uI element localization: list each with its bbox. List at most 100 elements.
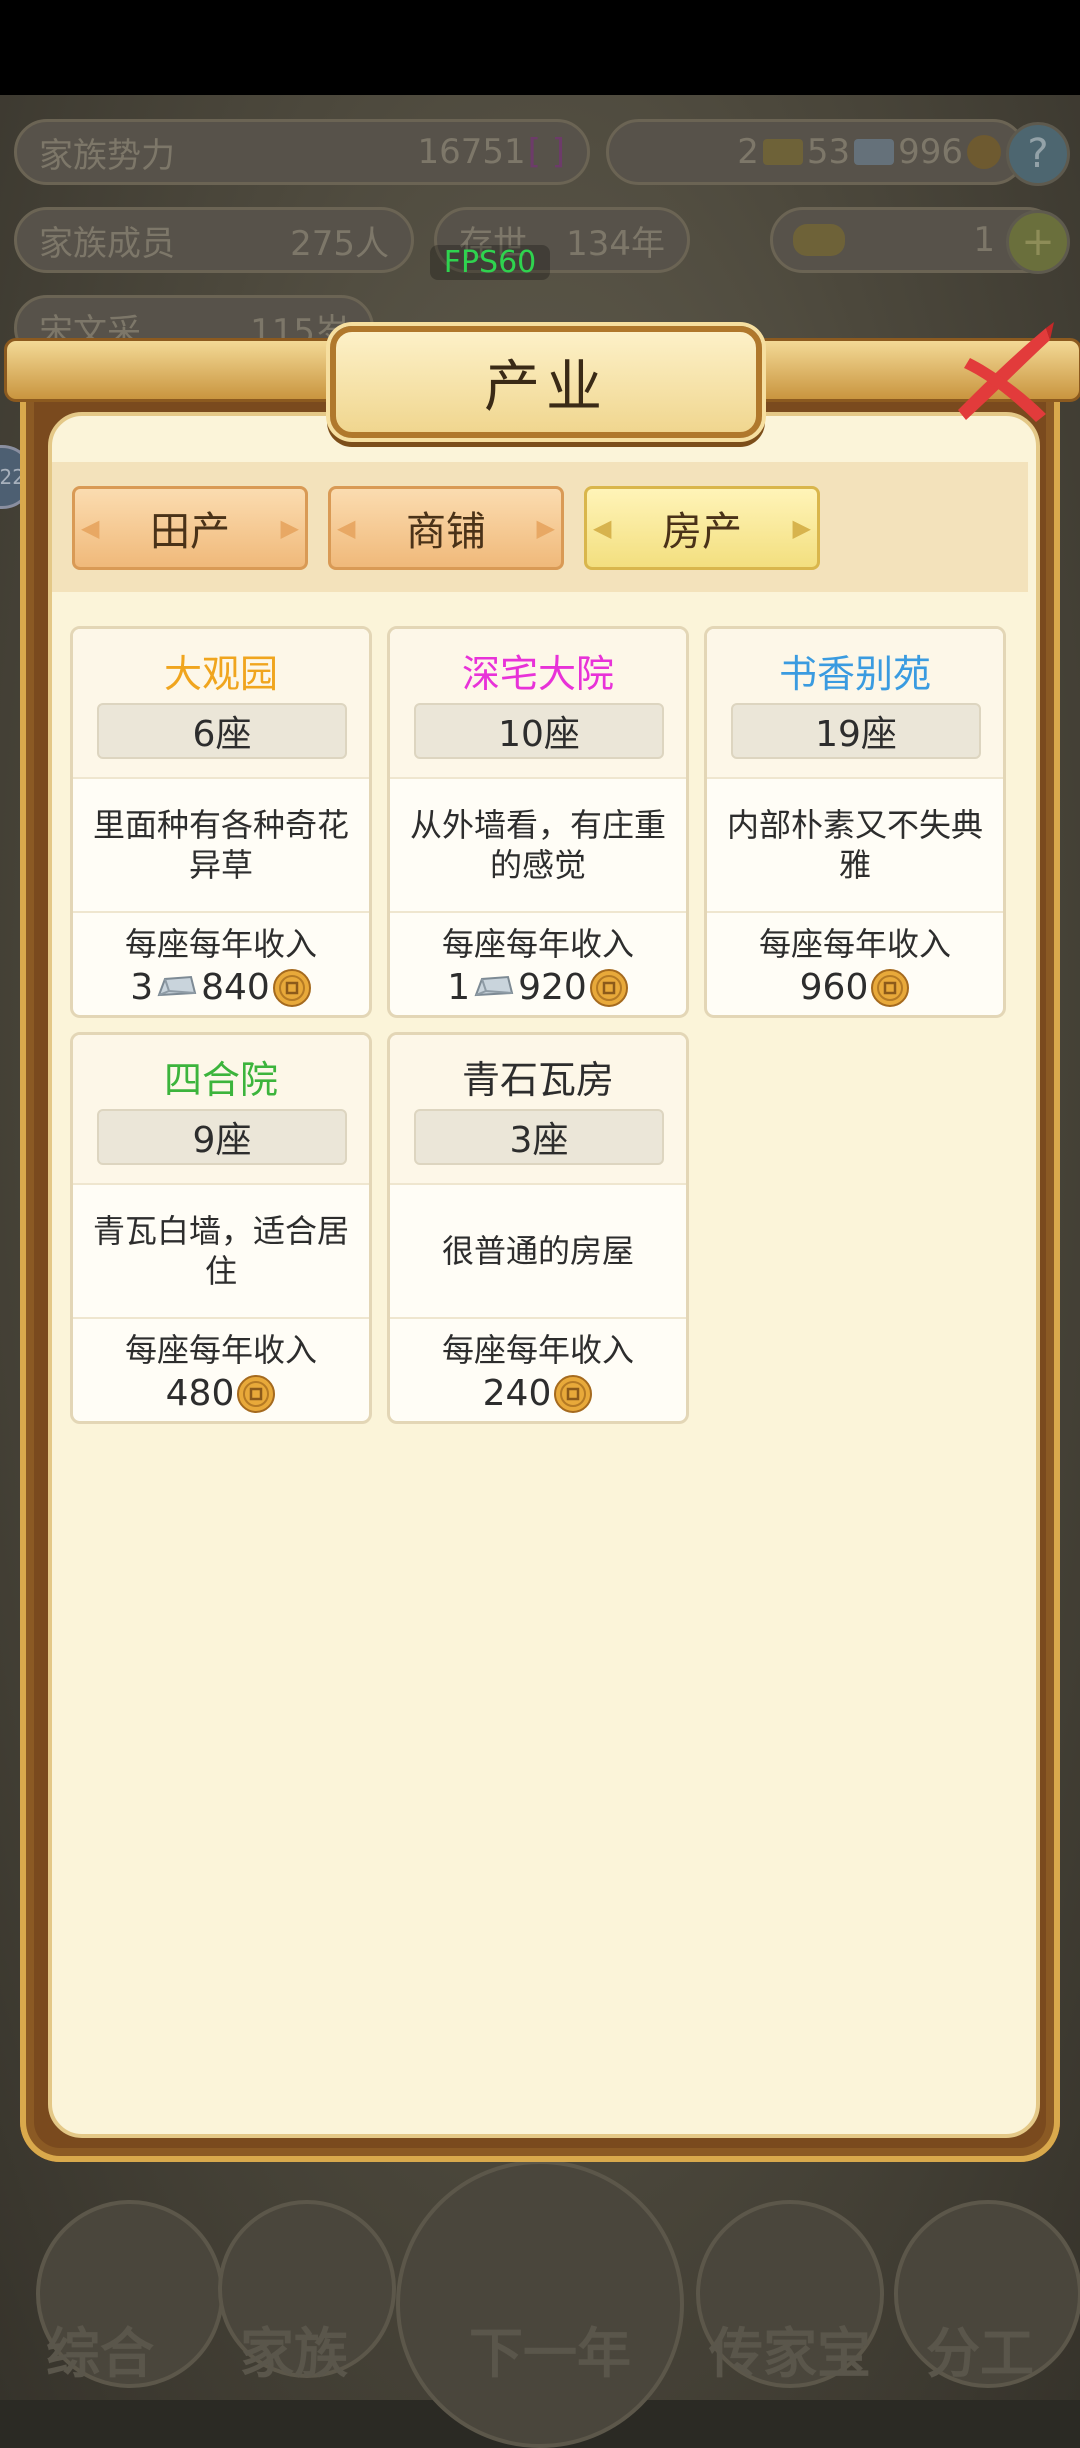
property-description-text: 很普通的房屋 [441, 1232, 634, 1270]
property-card[interactable]: 深宅大院 10座 从外墙看，有庄重的感觉 每座每年收入 1 920 [387, 626, 689, 1018]
property-count: 3座 [414, 1109, 664, 1165]
currency-pill: 2 53 996 [606, 119, 1026, 185]
income-section: 每座每年收入 480 [73, 1319, 369, 1414]
tab-shops-label: 商铺 [406, 509, 486, 555]
property-description-text: 青瓦白墙，适合居住 [92, 1212, 349, 1290]
card-header: 青石瓦房 3座 [390, 1035, 686, 1183]
income-row: 960 [707, 967, 1003, 1008]
card-header: 大观园 6座 [73, 629, 369, 777]
nav-circle-3 [396, 2160, 684, 2448]
family-power-value: 16751 [417, 132, 526, 172]
family-power-label: 家族势力 [39, 135, 175, 176]
family-members-value: 275人 [290, 223, 389, 264]
property-count: 19座 [731, 703, 981, 759]
family-power-pill: 家族势力 16751 [ ] [14, 119, 590, 185]
nav-general[interactable]: 综合 [0, 2309, 200, 2388]
income-coins: 920 [518, 967, 587, 1008]
card-header: 四合院 9座 [73, 1035, 369, 1183]
property-description: 从外墙看，有庄重的感觉 [390, 777, 686, 913]
tab-shops[interactable]: ◀ 商铺 ▶ [328, 486, 564, 570]
silver-icon [157, 975, 197, 996]
gold-value: 2 [737, 132, 759, 172]
income-label: 每座每年收入 [441, 925, 634, 963]
tab-property-label: 房产 [662, 509, 742, 555]
property-description: 内部朴素又不失典雅 [707, 777, 1003, 913]
coin-icon [967, 135, 1001, 169]
chevron-left-icon: ◀ [337, 514, 356, 542]
tab-farmland[interactable]: ◀ 田产 ▶ [72, 486, 308, 570]
income-row: 1 920 [390, 967, 686, 1008]
chevron-right-icon: ▶ [280, 514, 299, 542]
property-card[interactable]: 四合院 9座青瓦白墙，适合居住每座每年收入 480 [70, 1032, 372, 1424]
income-row: 480 [73, 1373, 369, 1414]
ingot-icon [793, 224, 845, 256]
income-coins: 840 [201, 967, 270, 1008]
property-name: 书香别苑 [778, 652, 931, 696]
family-power-tag: [ ] [527, 132, 565, 172]
panel-title: 产业 [484, 354, 608, 420]
income-row: 3 840 [73, 967, 369, 1008]
coin-icon [554, 1374, 593, 1413]
tab-property[interactable]: ◀ 房产 ▶ [584, 486, 820, 570]
card-header: 深宅大院 10座 [390, 629, 686, 777]
property-card[interactable]: 青石瓦房 3座很普通的房屋 每座每年收入 240 [387, 1032, 689, 1424]
close-button[interactable] [950, 318, 1058, 428]
chevron-left-icon: ◀ [81, 514, 100, 542]
income-label: 每座每年收入 [124, 1331, 317, 1369]
income-label: 每座每年收入 [758, 925, 951, 963]
tab-farmland-label: 田产 [150, 509, 230, 555]
income-section: 每座每年收入 3 840 [73, 913, 369, 1008]
years-alive-value: 134年 [566, 223, 665, 264]
frame-ornament-left [4, 338, 340, 402]
ingot-value: 1 [973, 220, 995, 260]
nav-heirloom[interactable]: 传家宝 [690, 2309, 890, 2388]
bottom-nav: 综合 家族 下一年 传家宝 分工 [0, 2160, 1080, 2448]
chevron-right-icon: ▶ [536, 514, 555, 542]
add-ingot-icon[interactable]: + [1006, 210, 1070, 274]
income-label: 每座每年收入 [441, 1331, 634, 1369]
property-count: 9座 [97, 1109, 347, 1165]
income-silver: 1 [447, 967, 471, 1008]
property-count: 10座 [414, 703, 664, 759]
property-description: 里面种有各种奇花异草 [73, 777, 369, 913]
income-silver: 3 [130, 967, 154, 1008]
status-bar [0, 0, 1080, 95]
nav-family[interactable]: 家族 [194, 2309, 394, 2388]
title-plaque: 产业 [330, 326, 762, 438]
help-icon[interactable]: ? [1006, 122, 1070, 186]
coin-value: 996 [898, 132, 963, 172]
card-header: 书香别苑 19座 [707, 629, 1003, 777]
coin-icon [871, 968, 910, 1007]
income-coins: 240 [482, 1373, 552, 1414]
coin-icon [589, 968, 628, 1007]
income-row: 240 [390, 1373, 686, 1414]
property-card[interactable]: 大观园 6座 里面种有各种奇花异草 每座每年收入 3 840 [70, 626, 372, 1018]
gold-icon [762, 139, 803, 165]
family-members-label: 家族成员 [39, 223, 175, 264]
property-name: 四合院 [163, 1058, 278, 1102]
property-card[interactable]: 书香别苑 19座内部朴素又不失典雅每座每年收入 960 [704, 626, 1006, 1018]
property-description-text: 从外墙看，有庄重的感觉 [409, 806, 666, 884]
chevron-left-icon: ◀ [593, 514, 612, 542]
nav-next-year[interactable]: 下一年 [440, 2309, 660, 2388]
income-section: 每座每年收入 960 [707, 913, 1003, 1008]
coin-icon [237, 1374, 276, 1413]
silver-icon [854, 139, 895, 165]
property-name: 大观园 [163, 652, 278, 696]
property-description-text: 里面种有各种奇花异草 [92, 806, 349, 884]
income-coins: 480 [165, 1373, 235, 1414]
family-members-pill: 家族成员 275人 [14, 207, 414, 273]
income-section: 每座每年收入 1 920 [390, 913, 686, 1008]
close-icon [958, 322, 1054, 422]
coin-icon [272, 968, 311, 1007]
property-name: 青石瓦房 [461, 1058, 614, 1102]
nav-division[interactable]: 分工 [880, 2309, 1080, 2388]
fps-counter: FPS60 [430, 245, 550, 280]
property-count: 6座 [97, 703, 347, 759]
property-name: 深宅大院 [461, 652, 614, 696]
property-description-text: 内部朴素又不失典雅 [726, 806, 983, 884]
property-description: 很普通的房屋 [390, 1183, 686, 1319]
property-description: 青瓦白墙，适合居住 [73, 1183, 369, 1319]
silver-value: 53 [806, 132, 851, 172]
silver-icon [474, 975, 514, 996]
